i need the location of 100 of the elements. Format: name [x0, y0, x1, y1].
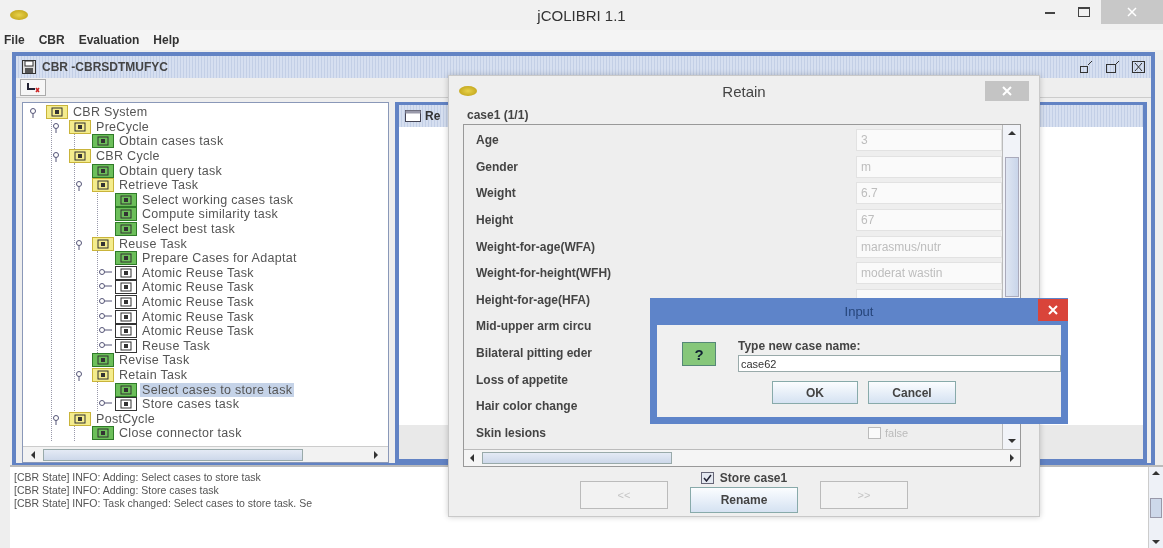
- tree-item[interactable]: Revise Task: [117, 353, 192, 368]
- tree-item[interactable]: CBR Cycle: [94, 149, 162, 164]
- question-icon: ?: [682, 342, 716, 366]
- close-icon: [1127, 7, 1137, 17]
- window-icon: [405, 110, 421, 122]
- case-name-field[interactable]: case62: [738, 355, 1061, 372]
- horizontal-scrollbar[interactable]: [464, 449, 1020, 466]
- menu-item[interactable]: Evaluation: [78, 33, 140, 47]
- panel-tab[interactable]: Re: [425, 109, 441, 123]
- tree-item[interactable]: Atomic Reuse Task: [140, 280, 256, 295]
- ok-button[interactable]: OK: [772, 381, 858, 404]
- tree-item[interactable]: PreCycle: [94, 119, 152, 134]
- tree-item[interactable]: PostCycle: [94, 411, 157, 426]
- attribute-label: Mid-upper arm circu: [476, 319, 592, 334]
- dialog-title: Retain: [722, 82, 766, 100]
- attribute-label: Height: [476, 213, 514, 228]
- scroll-left-icon[interactable]: [29, 450, 37, 459]
- task-icon: [69, 119, 91, 134]
- close-icon: [1048, 304, 1058, 315]
- scroll-down-icon[interactable]: [1007, 437, 1016, 445]
- app-logo-icon: [459, 86, 477, 96]
- arrow-icon: [25, 81, 41, 94]
- log-line: [CBR State] INFO: Adding: Select cases to store task: [14, 471, 261, 483]
- task-icon: [92, 134, 114, 149]
- iconify-icon[interactable]: [1080, 61, 1094, 73]
- tree-item[interactable]: Obtain cases task: [117, 134, 226, 149]
- attribute-label: Age: [476, 133, 499, 148]
- attribute-label: Weight-for-height(WFH): [476, 266, 612, 281]
- scroll-up-icon[interactable]: [1007, 129, 1016, 137]
- checkbox-label: Store case1: [719, 470, 788, 485]
- menu-item[interactable]: Help: [153, 33, 180, 47]
- tree-item[interactable]: Compute similarity task: [140, 207, 281, 222]
- tree-item[interactable]: Atomic Reuse Task: [140, 265, 256, 280]
- tree-item[interactable]: Reuse Task: [117, 236, 190, 251]
- task-icon: [115, 309, 137, 324]
- scroll-right-icon[interactable]: [372, 450, 380, 459]
- attribute-label: Bilateral pitting eder: [476, 346, 593, 361]
- scroll-left-icon[interactable]: [468, 454, 476, 462]
- task-icon: [92, 163, 114, 178]
- tree-item[interactable]: CBR System: [71, 105, 150, 120]
- window-title: jCOLIBRI 1.1: [537, 6, 626, 24]
- tree-item[interactable]: Store cases task: [140, 397, 242, 412]
- close-button[interactable]: [1038, 298, 1068, 321]
- frame-title: CBR -CBRSDTMUFYC: [42, 60, 168, 74]
- rename-button[interactable]: Rename: [690, 486, 798, 513]
- tree-item[interactable]: Retrieve Task: [117, 178, 201, 193]
- checkbox[interactable]: [868, 426, 881, 439]
- tree-item[interactable]: Select cases to store task: [140, 382, 295, 397]
- tree-item[interactable]: Select working cases task: [140, 192, 296, 207]
- task-icon: [115, 338, 137, 353]
- task-icon: [92, 353, 114, 368]
- task-icon: [92, 178, 114, 193]
- tree-item[interactable]: Atomic Reuse Task: [140, 295, 256, 309]
- close-icon: [1002, 86, 1012, 96]
- task-icon: [92, 426, 114, 441]
- scroll-right-icon[interactable]: [1008, 454, 1016, 462]
- horizontal-scrollbar[interactable]: [23, 446, 388, 462]
- log-line: [CBR State] INFO: Adding: Store cases task: [14, 484, 219, 496]
- attribute-label: Hair color change: [476, 399, 578, 414]
- tree-item[interactable]: Atomic Reuse Task: [140, 309, 256, 324]
- group-label: case1 (1/1): [467, 108, 530, 122]
- task-icon: [115, 207, 137, 222]
- toolbar-button[interactable]: [20, 79, 46, 96]
- close-icon[interactable]: [1132, 61, 1145, 73]
- tree-item[interactable]: Obtain query task: [117, 163, 225, 178]
- scroll-down-icon[interactable]: [1152, 538, 1160, 546]
- app-logo-icon: [10, 10, 28, 20]
- task-icon: [115, 280, 137, 295]
- tree-item[interactable]: Atomic Reuse Task: [140, 324, 256, 339]
- maximize-icon[interactable]: [1106, 61, 1120, 73]
- task-icon: [69, 411, 91, 426]
- tree-item[interactable]: Prepare Cases for Adaptat: [140, 251, 299, 266]
- cancel-button[interactable]: Cancel: [868, 381, 956, 404]
- tree-item[interactable]: Retain Task: [117, 368, 190, 382]
- prompt-label: Type new case name:: [738, 339, 862, 353]
- task-icon: [46, 105, 68, 120]
- tree-item[interactable]: Select best task: [140, 222, 238, 237]
- menu-item[interactable]: CBR: [38, 33, 65, 47]
- tree-item[interactable]: Reuse Task: [140, 338, 213, 353]
- attribute-label: Weight-for-age(WFA): [476, 239, 596, 254]
- task-icon: [115, 382, 137, 397]
- attribute-label: Weight: [476, 186, 516, 201]
- menu-item[interactable]: File: [4, 33, 25, 47]
- task-icon: [69, 149, 91, 164]
- task-icon: [115, 295, 137, 309]
- dialog-title: Input: [844, 304, 874, 319]
- checkbox[interactable]: [700, 471, 714, 484]
- minimize-icon: [1045, 10, 1055, 14]
- task-icon: [115, 265, 137, 280]
- vertical-scrollbar[interactable]: [1148, 467, 1163, 548]
- task-icon: [92, 368, 114, 382]
- task-icon: [115, 397, 137, 412]
- task-icon: [115, 251, 137, 266]
- task-icon: [115, 324, 137, 339]
- tree-item[interactable]: Close connector task: [117, 426, 244, 441]
- scroll-thumb[interactable]: [1150, 497, 1162, 518]
- attribute-label: Gender: [476, 159, 518, 174]
- task-icon: [92, 236, 114, 251]
- scroll-up-icon[interactable]: [1152, 469, 1160, 477]
- attribute-label: Loss of appetite: [476, 372, 568, 387]
